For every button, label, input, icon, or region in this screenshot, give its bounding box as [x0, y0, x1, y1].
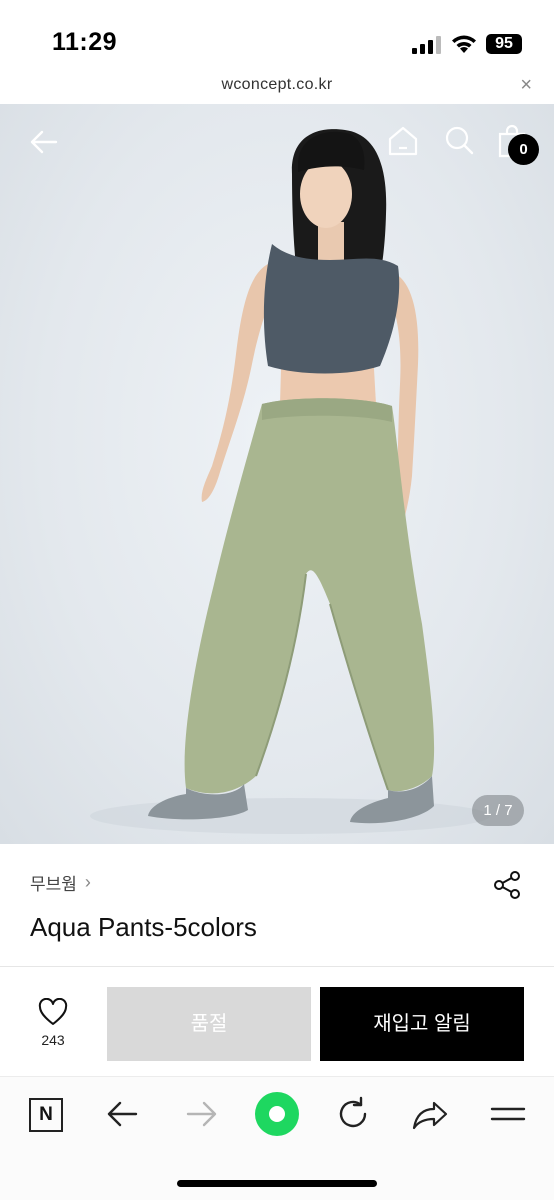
share-arrow-icon[interactable]	[412, 1094, 448, 1134]
forward-arrow-icon[interactable]	[184, 1094, 218, 1134]
url-text[interactable]: wconcept.co.kr	[0, 76, 554, 94]
battery-indicator: 95	[486, 34, 522, 54]
restock-alert-button[interactable]: 재입고 알림	[320, 987, 524, 1061]
heart-icon[interactable]	[38, 998, 68, 1026]
soldout-button[interactable]: 품절	[107, 987, 311, 1061]
menu-icon[interactable]	[490, 1094, 526, 1134]
cellular-signal-icon	[412, 36, 441, 54]
image-pager: 1 / 7	[472, 795, 524, 826]
brand-name[interactable]: 무브웜	[30, 870, 77, 895]
green-dot-icon[interactable]	[254, 1091, 300, 1137]
like-button[interactable]: 243	[22, 998, 84, 1056]
home-icon[interactable]	[386, 124, 420, 158]
cart-count-badge[interactable]: 0	[508, 134, 539, 165]
search-icon[interactable]	[443, 124, 475, 156]
close-icon[interactable]: ×	[520, 74, 532, 97]
status-time: 11:29	[52, 28, 118, 56]
status-bar: 11:29 95	[0, 0, 554, 70]
naver-n-icon[interactable]: N	[29, 1098, 63, 1132]
model-photo	[90, 129, 490, 834]
url-bar[interactable]: wconcept.co.kr ×	[0, 70, 554, 104]
wifi-icon	[452, 35, 476, 53]
back-arrow-icon[interactable]	[28, 126, 60, 158]
product-title: Aqua Pants-5colors	[30, 912, 257, 942]
home-indicator	[177, 1180, 377, 1187]
share-icon[interactable]	[493, 870, 521, 900]
back-arrow-icon[interactable]	[106, 1094, 140, 1134]
product-image[interactable]	[0, 104, 554, 844]
divider	[0, 966, 554, 967]
like-count: 243	[41, 1032, 65, 1048]
chevron-right-icon: ›	[84, 871, 91, 892]
refresh-icon[interactable]	[336, 1094, 370, 1134]
brand-link[interactable]: 무브웜 ›	[30, 870, 91, 894]
